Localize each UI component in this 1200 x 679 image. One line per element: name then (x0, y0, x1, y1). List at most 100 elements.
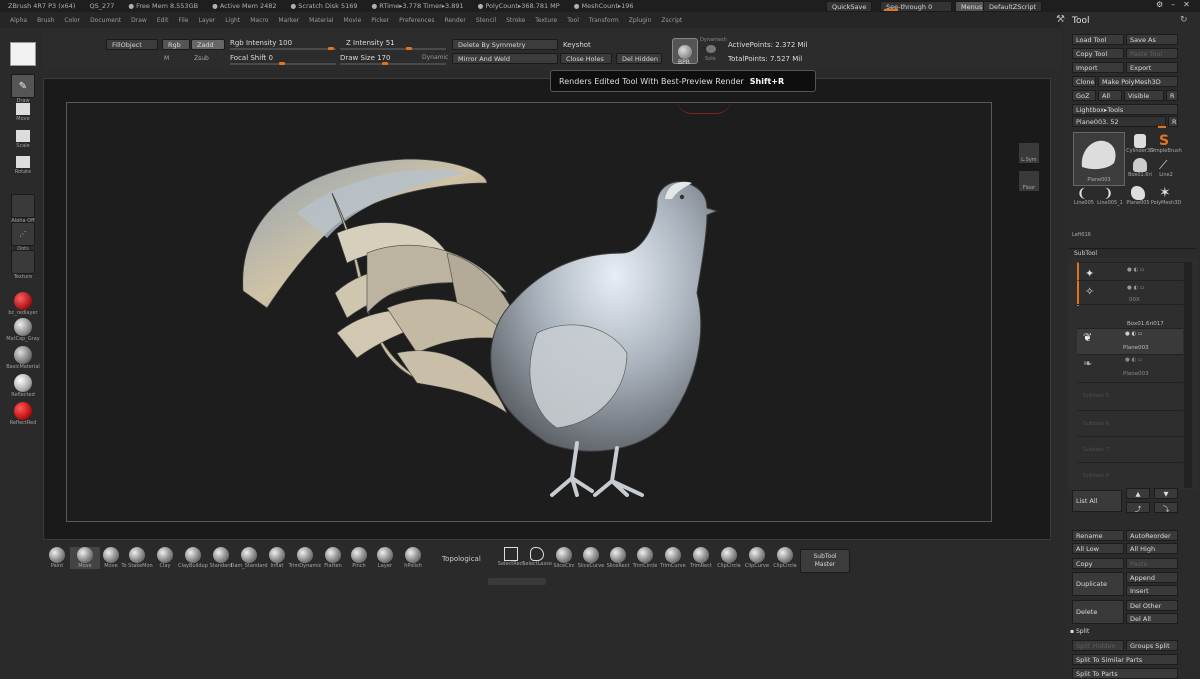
palette-refresh-icon[interactable]: ↻ (1180, 15, 1188, 25)
draw-size-slider[interactable]: Draw Size 170 (340, 54, 390, 62)
copy-tool-button[interactable]: Copy Tool (1072, 48, 1124, 59)
menu-stroke[interactable]: Stroke (506, 17, 525, 24)
texture-button[interactable]: Texture (9, 250, 37, 280)
rename-button[interactable]: Rename (1072, 530, 1124, 541)
zadd-button[interactable]: Zadd (191, 39, 225, 50)
clone-button[interactable]: Clone (1072, 76, 1096, 87)
brush-claybuildup[interactable]: ClayBuildup (178, 547, 208, 569)
rgb-intensity-slider[interactable]: Rgb Intensity 100 (230, 39, 292, 47)
menu-marker[interactable]: Marker (278, 17, 299, 24)
brush-dam-standard[interactable]: Dam_Standard (230, 547, 268, 569)
window-settings-icon[interactable]: ⚙ (1156, 0, 1163, 12)
tool-thumb-main[interactable]: Plane003 (1073, 132, 1125, 186)
menu-edit[interactable]: Edit (157, 17, 169, 24)
load-tool-button[interactable]: Load Tool (1072, 34, 1124, 45)
menu-layer[interactable]: Layer (199, 17, 216, 24)
brush-inflat[interactable]: Inflat (262, 547, 292, 569)
rgb-intensity-knob[interactable] (328, 47, 334, 50)
make-polymesh3d-button[interactable]: Make PolyMesh3D (1098, 76, 1178, 87)
split-similar-button[interactable]: Split To Similar Parts (1072, 654, 1178, 665)
move-down-icon[interactable]: ▼ (1154, 488, 1178, 499)
menu-render[interactable]: Render (444, 17, 465, 24)
menu-light[interactable]: Light (225, 17, 240, 24)
material-2[interactable]: MatCap_Gray (6, 318, 40, 342)
duplicate-button[interactable]: Duplicate (1072, 572, 1124, 596)
brush-paint[interactable]: Paint (42, 547, 72, 569)
split-hidden-button[interactable]: Split Hidden (1072, 640, 1124, 651)
mirror-and-weld-button[interactable]: Mirror And Weld (452, 53, 558, 64)
delete-by-symmetry-button[interactable]: Delete By Symmetry (452, 39, 558, 50)
menu-color[interactable]: Color (64, 17, 80, 24)
tool-slicerect[interactable]: SliceRect (603, 547, 633, 569)
append-button[interactable]: Append (1126, 572, 1178, 583)
tool-clipcircle[interactable]: ClipCircle (714, 547, 744, 569)
focal-shift-slider[interactable]: Focal Shift 0 (230, 54, 273, 62)
split-section-title[interactable]: ▪ Split (1070, 628, 1089, 635)
tool-thumb-box[interactable]: Box01.6ri (1128, 158, 1152, 180)
save-as-button[interactable]: Save As (1126, 34, 1178, 45)
menu-brush[interactable]: Brush (37, 17, 54, 24)
tool-thumb-line005-1[interactable]: ❩ Line005_1 (1097, 186, 1123, 208)
menu-stencil[interactable]: Stencil (476, 17, 496, 24)
dynamic-toggle[interactable]: Dynamic (422, 54, 448, 61)
brush-to-stakemon[interactable]: To StakeMon (121, 547, 153, 569)
menu-zplugin[interactable]: Zplugin (629, 17, 652, 24)
keyshot-button[interactable]: Keyshot (563, 41, 591, 49)
alpha-button[interactable]: Alpha Off (9, 194, 37, 224)
rooster-model[interactable] (67, 103, 993, 523)
menu-draw[interactable]: Draw (131, 17, 147, 24)
floor-button[interactable]: Floor (1018, 170, 1040, 192)
subtool-row[interactable]: ✧ ● ◐ ▫ 00X (1077, 280, 1183, 306)
menu-alpha[interactable]: Alpha (10, 17, 27, 24)
tool-thumb-simplebrush[interactable]: S SimpleBrush (1150, 134, 1182, 156)
move-top-icon[interactable]: ⤴ (1126, 502, 1150, 513)
autoreorder-button[interactable]: AutoReorder (1126, 530, 1178, 541)
brush-trimdynamic[interactable]: TrimDynamic (289, 547, 321, 569)
tool-slicecirc[interactable]: SliceCirc (549, 547, 579, 569)
tool-trimcircle[interactable]: TrimCircle (630, 547, 660, 569)
subtool-master-button[interactable]: SubTool Master (800, 549, 850, 573)
focal-shift-knob[interactable] (279, 62, 285, 65)
insert-button[interactable]: Insert (1126, 585, 1178, 596)
material-3[interactable]: BasicMaterial (6, 346, 40, 370)
list-all-button[interactable]: List All (1072, 490, 1122, 512)
tool-slicecurve[interactable]: SliceCurve (576, 547, 606, 569)
quicksave-button[interactable]: QuickSave (826, 1, 873, 12)
draw-size-knob[interactable] (382, 62, 388, 65)
goz-all-button[interactable]: All (1098, 90, 1122, 101)
m-button[interactable]: M (164, 55, 169, 62)
del-hidden-button[interactable]: Del Hidden (616, 53, 662, 64)
window-close-icon[interactable]: ✕ (1183, 0, 1190, 12)
topological-toggle[interactable]: Topological (442, 555, 481, 563)
material-1[interactable]: bc_redlayer (8, 292, 38, 316)
scale-button[interactable]: Scale (9, 130, 37, 149)
rotate-button[interactable]: Rotate (9, 156, 37, 175)
rgb-button[interactable]: Rgb (162, 39, 190, 50)
menu-zscript[interactable]: Zscript (661, 17, 682, 24)
menu-texture[interactable]: Texture (535, 17, 557, 24)
del-other-button[interactable]: Del Other (1126, 600, 1178, 611)
subtool-toggles[interactable]: ● ◐ ▫ (1127, 267, 1144, 273)
zsub-button[interactable]: Zsub (194, 55, 209, 62)
menu-document[interactable]: Document (90, 17, 121, 24)
brush-hpolish[interactable]: hPolish (398, 547, 428, 569)
fillobject-button[interactable]: FillObject (106, 39, 158, 50)
menu-movie[interactable]: Movie (344, 17, 362, 24)
default-zscript-button[interactable]: DefaultZScript (983, 1, 1043, 12)
subtool-toggles[interactable]: ● ◐ ▫ (1127, 285, 1144, 291)
menu-preferences[interactable]: Preferences (399, 17, 434, 24)
export-button[interactable]: Export (1126, 62, 1178, 73)
bottom-shelf-expander[interactable] (488, 578, 546, 585)
draw-button[interactable]: ✎ Draw (9, 74, 37, 104)
goz-button[interactable]: GoZ (1072, 90, 1096, 101)
tool-thumb-polymesh[interactable]: ✶ PolyMesh3D (1151, 186, 1181, 208)
tool-trimcurve[interactable]: TrimCurve (658, 547, 688, 569)
tool-clipcircle-2[interactable]: ClipCircle (770, 547, 800, 569)
brush-layer[interactable]: Layer (370, 547, 400, 569)
material-5[interactable]: ReflectRed (9, 402, 37, 426)
tool-clipcurve[interactable]: ClipCurve (742, 547, 772, 569)
canvas[interactable] (43, 78, 1051, 540)
tool-thumb-plane005[interactable]: Plane005 (1126, 186, 1150, 208)
move-up-icon[interactable]: ▲ (1126, 488, 1150, 499)
tool-selectlasso[interactable]: SelectLasso (522, 547, 552, 567)
